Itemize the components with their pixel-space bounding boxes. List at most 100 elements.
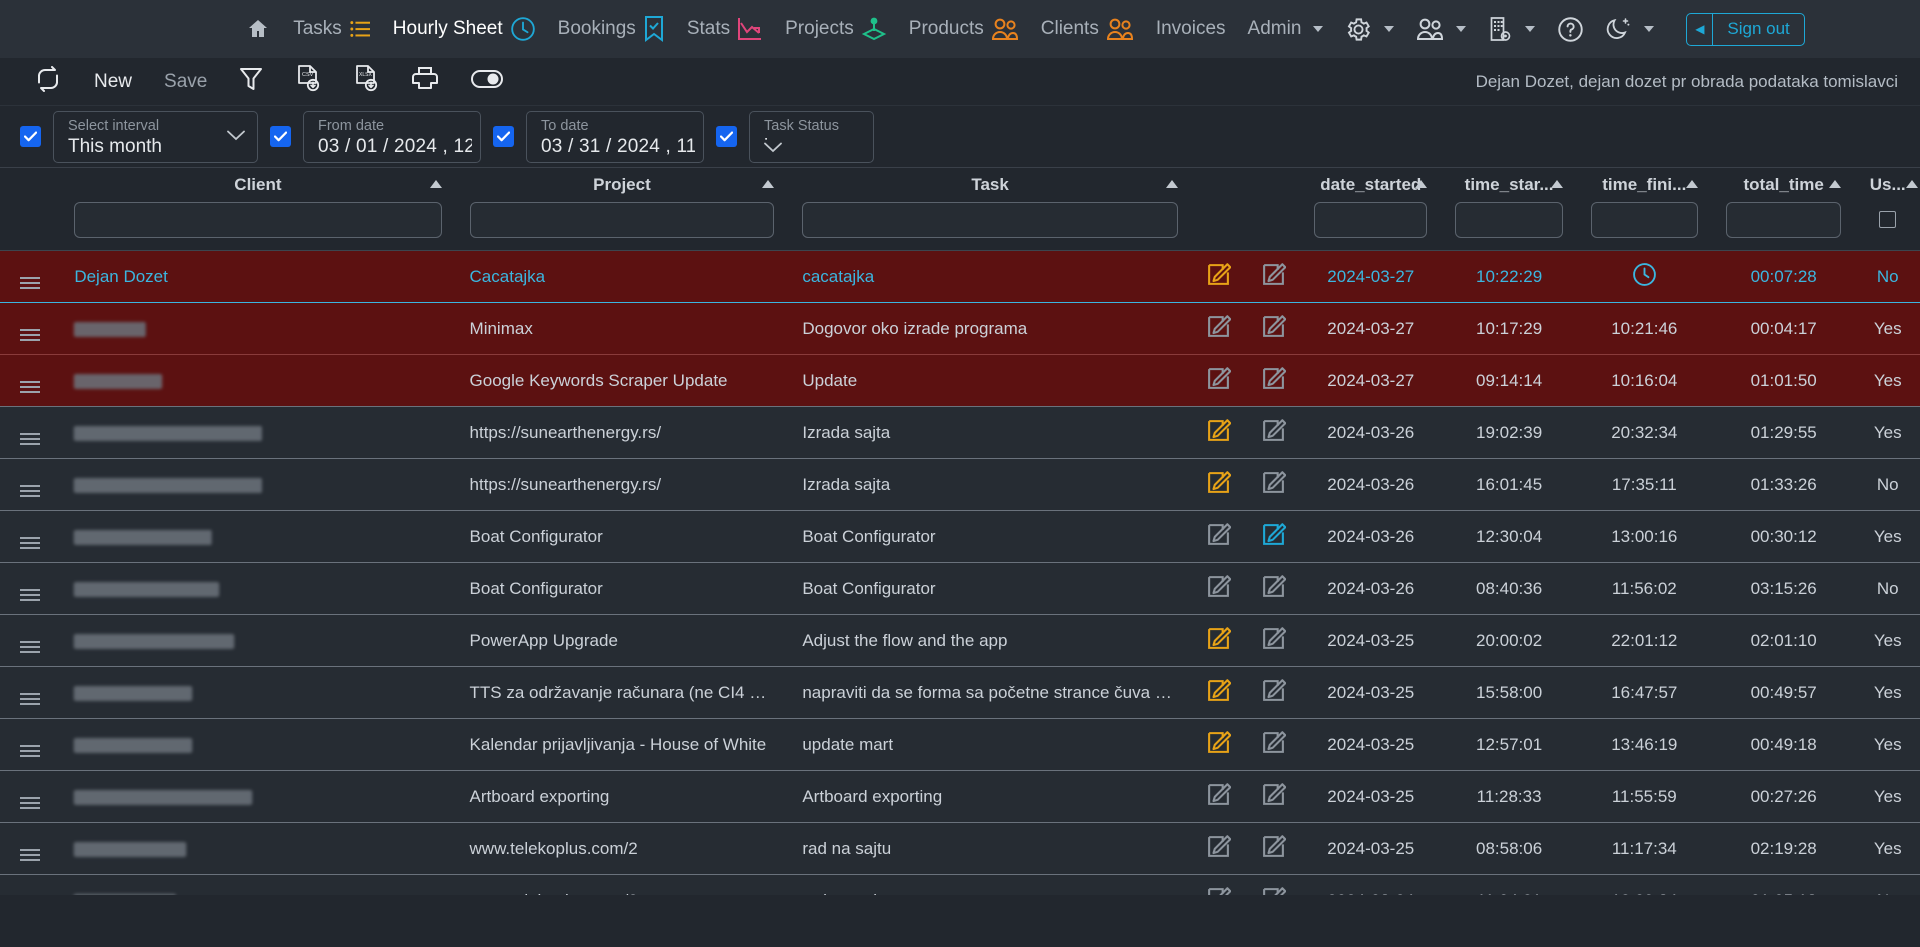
view-toggle[interactable] [455,62,519,102]
drag-handle-icon[interactable] [20,537,41,549]
nav-home[interactable] [245,17,271,41]
row-drag-cell[interactable] [0,458,61,511]
cell-task[interactable]: Izrada sajta [788,458,1192,511]
drag-handle-icon[interactable] [20,797,41,809]
row-drag-cell[interactable] [0,666,61,719]
task-status-dropdown[interactable]: Task Status in progress [749,110,874,163]
sort-ascending-icon[interactable] [1550,180,1563,188]
cell-client[interactable] [60,614,456,667]
cell-project[interactable]: Minimax [455,302,789,355]
cell-project[interactable]: www.telekoplus.com/2 [455,874,789,895]
drag-handle-icon[interactable] [20,641,41,653]
sort-ascending-icon[interactable] [1415,180,1428,188]
cell-project[interactable]: https://sunearthenergy.rs/ [455,406,789,459]
cell-edit-primary[interactable] [1191,770,1246,823]
cell-edit-secondary[interactable] [1245,510,1301,563]
to-date-filter-checkbox[interactable] [493,126,514,147]
edit-row-icon[interactable] [1206,782,1232,812]
cell-task[interactable]: Boat Configurator [788,510,1192,563]
th-project[interactable]: Project [455,168,789,202]
select-interval-dropdown[interactable]: Select interval This month [53,110,258,163]
row-drag-cell[interactable] [0,770,61,823]
print-button[interactable] [395,62,455,102]
cell-edit-secondary[interactable] [1245,666,1301,719]
edit-row-icon[interactable] [1261,522,1286,552]
row-drag-cell[interactable] [0,822,61,875]
table-row[interactable]: TTS za održavanje računara (ne CI4 na we… [0,666,1920,719]
collapse-arrow-icon[interactable]: ◀ [1687,13,1714,45]
cell-project[interactable]: www.telekoplus.com/2 [455,822,789,875]
running-timer-icon[interactable] [1632,262,1657,291]
nav-settings[interactable] [1345,16,1395,43]
edit-row-icon[interactable] [1206,626,1232,656]
filter-button[interactable] [223,62,279,102]
cell-task[interactable]: rad na sajtu [788,822,1192,875]
cell-client[interactable] [60,822,456,875]
table-row[interactable]: https://sunearthenergy.rs/Izrada sajta 20… [0,458,1920,511]
row-drag-cell[interactable] [0,718,61,771]
time-finished-filter-input[interactable] [1590,202,1698,238]
cell-edit-primary[interactable] [1191,718,1246,771]
drag-handle-icon[interactable] [20,589,41,601]
from-date-field[interactable]: From date 03 / 01 / 2024 , 12 : 00 [303,110,481,163]
edit-row-icon[interactable] [1261,834,1286,864]
cell-edit-primary[interactable] [1191,354,1246,407]
us-filter-checkbox[interactable] [1879,211,1897,228]
cell-task[interactable]: Update [788,354,1192,407]
edit-row-icon[interactable] [1206,886,1232,895]
table-row[interactable]: Kalendar prijavljivanja - House of White… [0,718,1920,771]
drag-handle-icon[interactable] [20,693,41,705]
th-date-started[interactable]: date_started [1300,168,1442,202]
nav-projects[interactable]: Projects [785,16,887,42]
cell-edit-secondary[interactable] [1245,458,1301,511]
edit-row-icon[interactable] [1261,886,1286,895]
cell-client[interactable] [60,770,456,823]
cell-edit-primary[interactable] [1191,666,1246,719]
th-time-started[interactable]: time_star... [1441,168,1577,202]
time-started-filter-input[interactable] [1455,202,1563,238]
cell-project[interactable]: Cacatajka [455,250,789,303]
cell-client[interactable]: Dejan Dozet [60,250,456,303]
row-drag-cell[interactable] [0,354,61,407]
table-row[interactable]: Dejan Dozet Cacatajka cacatajka 2024-03-27 1… [0,250,1920,303]
table-row[interactable]: Google Keywords Scraper Update Update 2024… [0,354,1920,407]
to-date-field[interactable]: To date 03 / 31 / 2024 , 11 : 59 [526,110,704,163]
cell-edit-secondary[interactable] [1245,406,1301,459]
row-drag-cell[interactable] [0,874,61,895]
cell-task[interactable]: Izrada sajta [788,406,1192,459]
table-row[interactable]: www.telekoplus.com/2rad na sajtu 2024-03-… [0,822,1920,875]
client-filter-input[interactable] [74,202,442,238]
cell-project[interactable]: TTS za održavanje računara (ne CI4 na we… [455,666,789,719]
cell-edit-secondary[interactable] [1245,770,1301,823]
nav-clients[interactable]: Clients [1041,18,1134,40]
cell-task[interactable]: cacatajka [788,250,1192,303]
edit-row-icon[interactable] [1206,522,1232,552]
row-drag-cell[interactable] [0,302,61,355]
edit-row-icon[interactable] [1206,366,1232,396]
cell-project[interactable]: Artboard exporting [455,770,789,823]
th-client[interactable]: Client [60,168,456,202]
cell-edit-secondary[interactable] [1245,250,1301,303]
total-time-filter-input[interactable] [1725,202,1842,238]
cell-client[interactable] [60,302,456,355]
edit-row-icon[interactable] [1261,262,1286,292]
cell-project[interactable]: https://sunearthenergy.rs/ [455,458,789,511]
edit-row-icon[interactable] [1206,470,1232,500]
cell-client[interactable] [60,458,456,511]
th-us[interactable]: Us... [1855,168,1920,202]
sort-ascending-icon[interactable] [762,180,775,188]
drag-handle-icon[interactable] [20,433,41,445]
cell-edit-secondary[interactable] [1245,614,1301,667]
row-drag-cell[interactable] [0,614,61,667]
sort-ascending-icon[interactable] [1829,180,1842,188]
save-button[interactable]: Save [148,62,223,102]
cell-project[interactable]: Boat Configurator [455,510,789,563]
drag-handle-icon[interactable] [20,849,41,861]
edit-row-icon[interactable] [1261,574,1286,604]
table-row[interactable]: www.telekoplus.com/2rad na sajtu 2024-03-… [0,874,1920,895]
table-row[interactable]: PowerApp Upgrade Adjust the flow and the … [0,614,1920,667]
drag-handle-icon[interactable] [20,745,41,757]
cell-task[interactable]: napraviti da se forma sa početne strance… [788,666,1192,719]
row-drag-cell[interactable] [0,510,61,563]
row-drag-cell[interactable] [0,406,61,459]
